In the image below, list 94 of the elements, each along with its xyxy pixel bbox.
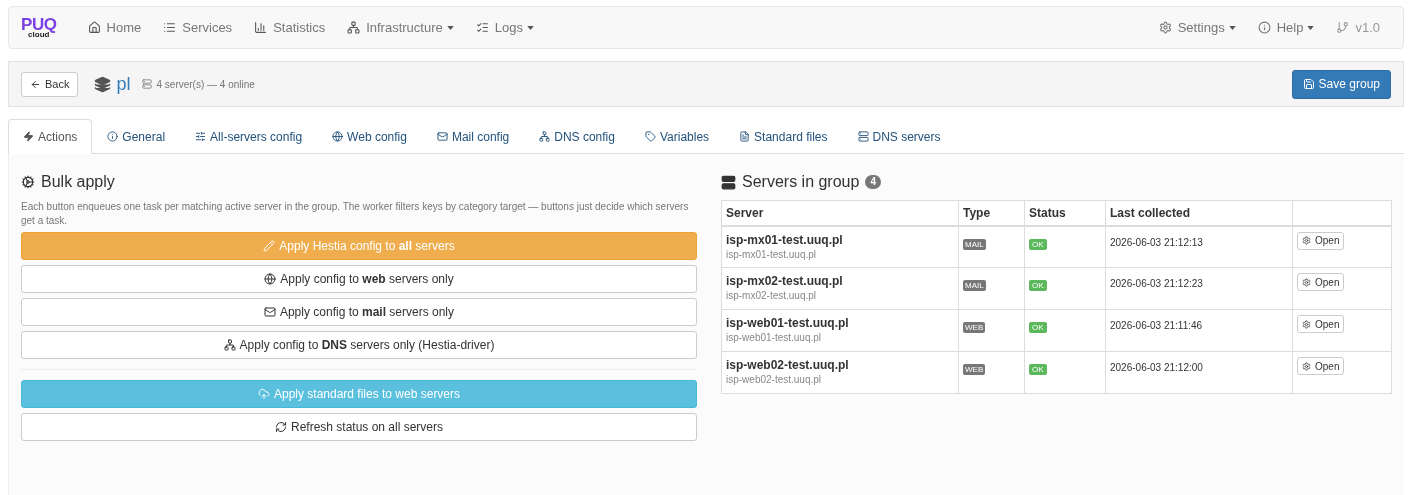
open-button[interactable]: Open — [1297, 231, 1345, 250]
status-badge: OK — [1029, 364, 1047, 375]
tab[interactable]: Web config — [317, 119, 422, 154]
server-name: isp-mx02-test.uuq.pl — [726, 274, 844, 288]
status-badge: OK — [1029, 280, 1047, 291]
server-host: isp-web02-test.uuq.pl — [726, 373, 823, 387]
tab[interactable]: Variables — [629, 119, 725, 154]
open-button[interactable]: Open — [1297, 357, 1345, 375]
pencil-icon — [263, 240, 276, 252]
column-header: Last collected — [1110, 205, 1191, 220]
table-cell: 2026-06-03 21:12:13 — [1110, 236, 1203, 248]
file-icon — [739, 131, 751, 142]
settings-icon — [1302, 361, 1311, 371]
tab[interactable]: DNS servers — [842, 119, 956, 154]
type-badge: WEB — [963, 322, 986, 333]
save-group-button[interactable]: Save group — [1291, 69, 1391, 99]
column-header: Status — [1029, 205, 1066, 220]
apply-button[interactable]: Apply config to mail servers only — [21, 298, 697, 326]
section-title: Bulk apply — [41, 172, 115, 192]
apply-button[interactable]: Apply config to web servers only — [21, 265, 697, 293]
tab[interactable]: Standard files — [724, 119, 843, 154]
status-badge: OK — [1029, 322, 1047, 333]
bolt-icon — [23, 131, 34, 142]
apply-button[interactable]: Apply config to DNS servers only (Hestia-driver) — [21, 331, 697, 359]
branch-icon — [1336, 21, 1350, 34]
nav-link[interactable]: Logs — [464, 17, 545, 38]
nav-link[interactable]: Help — [1246, 17, 1326, 38]
server-host: isp-web01-test.uuq.pl — [726, 331, 823, 345]
count-badge: 4 — [865, 175, 881, 189]
settings-icon — [1158, 21, 1172, 34]
sitemap-icon — [223, 339, 236, 351]
nav-link[interactable]: Home — [76, 17, 153, 38]
tab[interactable]: DNS config — [524, 119, 630, 154]
sliders-icon — [195, 131, 207, 142]
save-icon — [1302, 78, 1315, 90]
cogs-icon — [21, 175, 35, 189]
sitemap-icon — [347, 21, 361, 34]
server-host: isp-mx01-test.uuq.pl — [726, 247, 818, 262]
column-header: Server — [726, 205, 764, 220]
caret-icon — [446, 25, 454, 30]
cloud-upload-icon — [257, 388, 270, 400]
tab[interactable]: General — [92, 119, 181, 154]
server-icon — [857, 131, 869, 142]
server-name: isp-web02-test.uuq.pl — [726, 358, 850, 372]
tab[interactable]: All-servers config — [180, 119, 318, 154]
back-button[interactable]: Back — [21, 71, 79, 97]
brand-logo[interactable]: PUQ cloud — [21, 16, 57, 39]
envelope-icon — [263, 306, 276, 318]
tab[interactable]: Mail config — [421, 119, 525, 154]
server-name: isp-web01-test.uuq.pl — [726, 316, 850, 330]
type-badge: WEB — [963, 364, 986, 375]
info-icon — [107, 131, 119, 142]
column-header: Type — [963, 205, 991, 220]
nav-link[interactable]: Statistics — [243, 17, 337, 38]
type-badge: MAIL — [963, 238, 986, 250]
tag-icon — [644, 131, 656, 142]
nav-link[interactable]: Settings — [1147, 17, 1247, 38]
home-icon — [87, 21, 101, 34]
globe-icon — [332, 131, 344, 142]
table-cell: 2026-06-03 21:12:00 — [1110, 362, 1203, 373]
apply-button[interactable]: Refresh status on all servers — [21, 413, 697, 441]
globe-icon — [264, 273, 277, 285]
nav-link[interactable]: Services — [152, 17, 244, 38]
arrow-left-icon — [30, 78, 41, 90]
table-cell: 2026-06-03 21:11:46 — [1110, 320, 1203, 331]
tab[interactable]: Actions — [8, 119, 93, 154]
caret-icon — [526, 25, 534, 30]
bar-chart-icon — [254, 21, 268, 34]
server-icon — [142, 79, 153, 89]
table-cell: 2026-06-03 21:12:23 — [1110, 278, 1203, 289]
settings-icon — [1302, 236, 1311, 245]
checklist-icon — [475, 21, 489, 34]
open-button[interactable]: Open — [1297, 315, 1345, 333]
info-icon — [1257, 21, 1271, 34]
sitemap-icon — [539, 131, 551, 142]
settings-icon — [1302, 277, 1311, 287]
status-badge: OK — [1029, 238, 1047, 250]
description: Each button enqueues one task per matching active server in the group. The worker filters keys by category target — buttons just decide which servers get a task. — [21, 200, 690, 228]
server-name: isp-mx01-test.uuq.pl — [726, 232, 844, 247]
envelope-icon — [436, 131, 448, 142]
refresh-icon — [274, 421, 287, 433]
settings-icon — [1302, 319, 1311, 329]
section-title: Servers in group — [742, 172, 860, 192]
caret-icon — [1228, 25, 1236, 30]
server-icon — [721, 174, 736, 190]
open-button[interactable]: Open — [1297, 273, 1345, 291]
server-summary: 4 server(s) — 4 online — [156, 77, 255, 92]
nav-link[interactable]: Infrastructure — [336, 17, 465, 38]
caret-icon — [1307, 25, 1315, 30]
layers-icon — [94, 75, 112, 93]
group-name: pl — [116, 72, 131, 96]
server-host: isp-mx02-test.uuq.pl — [726, 289, 818, 303]
type-badge: MAIL — [963, 280, 986, 291]
list-icon — [163, 21, 177, 34]
